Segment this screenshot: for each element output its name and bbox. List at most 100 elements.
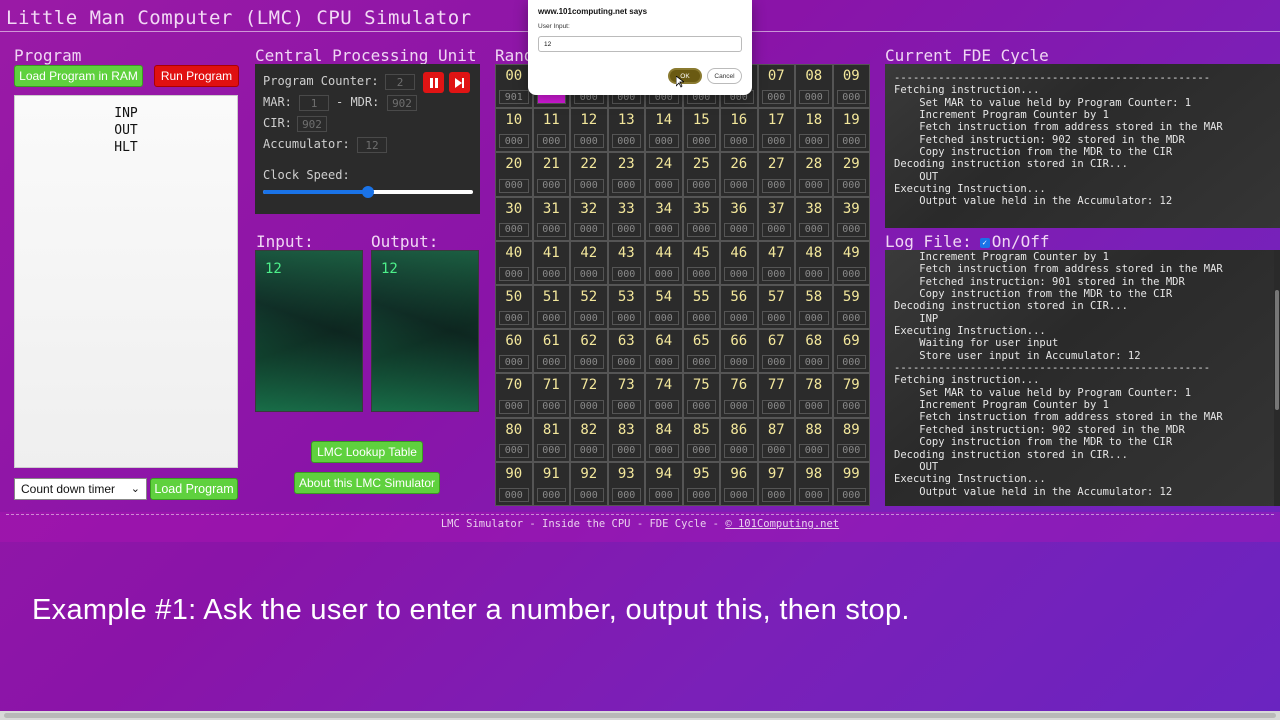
ram-value[interactable]: 000	[799, 222, 829, 237]
ram-value[interactable]: 000	[649, 399, 679, 414]
clock-speed-slider[interactable]	[263, 186, 473, 198]
log-scrollbar-thumb[interactable]	[1275, 290, 1279, 410]
ram-value[interactable]: 000	[836, 222, 866, 237]
ram-value[interactable]: 000	[761, 311, 791, 326]
ram-value[interactable]: 000	[536, 399, 566, 414]
ram-value[interactable]: 000	[724, 399, 754, 414]
ram-value[interactable]: 000	[574, 178, 604, 193]
ram-value[interactable]: 000	[836, 90, 866, 105]
ram-value[interactable]: 000	[649, 355, 679, 370]
ram-value[interactable]: 000	[761, 222, 791, 237]
load-ram-button[interactable]: Load Program in RAM	[14, 65, 143, 87]
about-button[interactable]: About this LMC Simulator	[294, 472, 440, 494]
ram-value[interactable]: 000	[761, 399, 791, 414]
ram-value[interactable]: 000	[799, 443, 829, 458]
ram-value[interactable]: 000	[499, 178, 529, 193]
ram-value[interactable]: 000	[724, 178, 754, 193]
ram-value[interactable]: 000	[499, 311, 529, 326]
ram-value[interactable]: 000	[574, 222, 604, 237]
ram-value[interactable]: 000	[536, 443, 566, 458]
log-toggle-checkbox[interactable]: ✓	[979, 237, 990, 248]
ram-value[interactable]: 000	[761, 355, 791, 370]
ram-value[interactable]: 000	[724, 222, 754, 237]
ram-value[interactable]: 000	[761, 90, 791, 105]
ram-value[interactable]: 000	[761, 443, 791, 458]
ram-value[interactable]: 000	[536, 134, 566, 149]
ram-value[interactable]: 000	[799, 90, 829, 105]
ram-value[interactable]: 000	[649, 443, 679, 458]
ram-value[interactable]: 000	[499, 355, 529, 370]
ram-value[interactable]: 000	[536, 488, 566, 502]
ram-value[interactable]: 000	[686, 178, 716, 193]
ram-value[interactable]: 000	[724, 311, 754, 326]
ram-value[interactable]: 000	[536, 355, 566, 370]
ram-value[interactable]: 000	[686, 443, 716, 458]
ram-value[interactable]: 000	[799, 399, 829, 414]
page-scrollbar[interactable]	[0, 711, 1280, 720]
ram-value[interactable]: 000	[724, 134, 754, 149]
ram-value[interactable]: 000	[499, 134, 529, 149]
ram-value[interactable]: 000	[836, 399, 866, 414]
ram-value[interactable]: 000	[536, 178, 566, 193]
ram-value[interactable]: 000	[686, 399, 716, 414]
ram-value[interactable]: 000	[499, 222, 529, 237]
ram-value[interactable]: 000	[611, 178, 641, 193]
ram-value[interactable]: 000	[574, 488, 604, 502]
log-scrollbar[interactable]	[1274, 250, 1280, 506]
ram-value[interactable]: 000	[761, 267, 791, 281]
dialog-cancel-button[interactable]: Cancel	[707, 68, 742, 84]
ram-value[interactable]: 000	[686, 488, 716, 502]
ram-value[interactable]: 000	[686, 222, 716, 237]
ram-value[interactable]: 000	[574, 134, 604, 149]
load-program-button[interactable]: Load Program	[150, 478, 238, 500]
page-scrollbar-thumb[interactable]	[4, 713, 1276, 718]
ram-value[interactable]: 000	[611, 488, 641, 502]
ram-value[interactable]: 000	[836, 178, 866, 193]
ram-value[interactable]: 000	[574, 443, 604, 458]
ram-value[interactable]: 000	[799, 311, 829, 326]
ram-value[interactable]: 901	[499, 90, 529, 105]
ram-value[interactable]: 000	[761, 134, 791, 149]
ram-value[interactable]: 000	[536, 222, 566, 237]
ram-value[interactable]: 000	[761, 488, 791, 502]
ram-value[interactable]: 000	[499, 399, 529, 414]
ram-value[interactable]: 000	[499, 267, 529, 281]
ram-value[interactable]: 000	[574, 399, 604, 414]
ram-value[interactable]: 000	[724, 443, 754, 458]
step-button[interactable]	[449, 72, 470, 93]
timer-select[interactable]: Count down timer ⌄	[14, 478, 147, 500]
ram-value[interactable]: 000	[686, 134, 716, 149]
ram-value[interactable]: 000	[799, 355, 829, 370]
ram-value[interactable]: 000	[536, 267, 566, 281]
footer-link[interactable]: © 101Computing.net	[725, 518, 839, 530]
ram-value[interactable]: 000	[649, 488, 679, 502]
ram-value[interactable]: 000	[836, 355, 866, 370]
ram-value[interactable]: 000	[611, 134, 641, 149]
lookup-table-button[interactable]: LMC Lookup Table	[311, 441, 423, 463]
ram-value[interactable]: 000	[649, 222, 679, 237]
ram-value[interactable]: 000	[724, 488, 754, 502]
ram-value[interactable]: 000	[836, 311, 866, 326]
ram-value[interactable]: 000	[836, 267, 866, 281]
ram-value[interactable]: 000	[611, 355, 641, 370]
ram-value[interactable]: 000	[836, 134, 866, 149]
ram-value[interactable]: 000	[686, 355, 716, 370]
dialog-ok-button[interactable]: OK	[668, 68, 702, 84]
ram-value[interactable]: 000	[574, 267, 604, 281]
ram-value[interactable]: 000	[536, 311, 566, 326]
ram-value[interactable]: 000	[724, 355, 754, 370]
ram-value[interactable]: 000	[574, 311, 604, 326]
ram-value[interactable]: 000	[611, 399, 641, 414]
ram-value[interactable]: 000	[799, 178, 829, 193]
ram-value[interactable]: 000	[499, 488, 529, 502]
ram-value[interactable]: 000	[799, 488, 829, 502]
dialog-input[interactable]: 12	[538, 36, 742, 52]
ram-value[interactable]: 000	[836, 443, 866, 458]
ram-value[interactable]: 000	[686, 267, 716, 281]
ram-value[interactable]: 000	[611, 222, 641, 237]
ram-value[interactable]: 000	[499, 443, 529, 458]
ram-value[interactable]: 000	[649, 311, 679, 326]
ram-value[interactable]: 000	[574, 355, 604, 370]
ram-value[interactable]: 000	[611, 443, 641, 458]
ram-value[interactable]: 000	[649, 267, 679, 281]
